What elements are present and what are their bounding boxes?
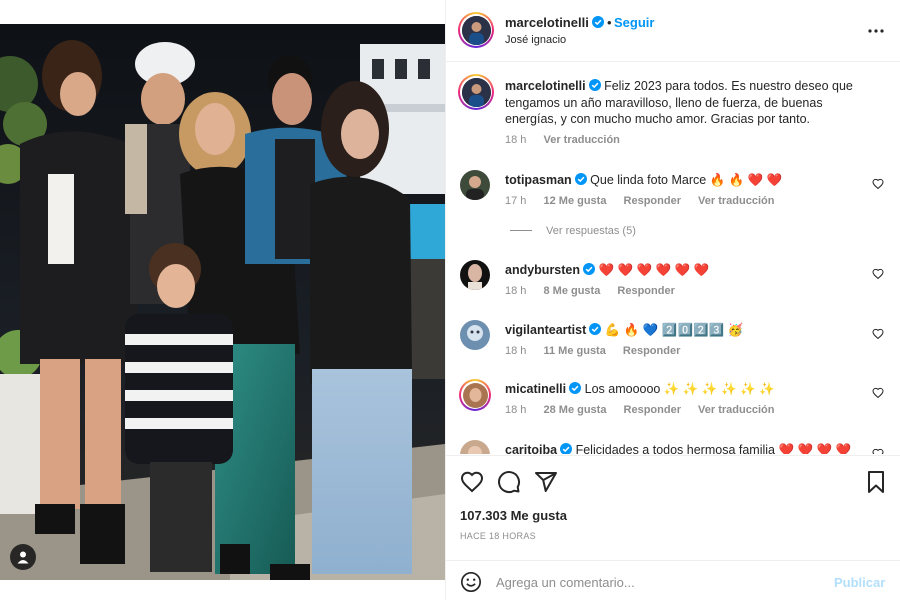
reply-button[interactable]: Responder — [623, 345, 680, 357]
post-timestamp: HACE 18 HORAS — [460, 531, 536, 541]
comment-time: 18 h — [505, 285, 527, 297]
caption-text-block: marcelotinelli Feliz 2023 para todos. Es… — [505, 78, 855, 128]
likes-count[interactable]: 107.303 Me gusta — [460, 508, 567, 523]
comment-username[interactable]: andybursten — [505, 263, 580, 277]
comment-input[interactable] — [496, 571, 826, 593]
heart-icon[interactable] — [872, 328, 884, 340]
post-actions-bar — [446, 455, 900, 505]
avatar[interactable] — [460, 260, 490, 290]
comment-text: Los amooooo ✨ ✨ ✨ ✨ ✨ ✨ — [584, 382, 775, 396]
user-tag-icon — [17, 551, 29, 564]
verified-icon — [588, 79, 601, 91]
comment-time: 17 h — [505, 195, 527, 207]
avatar — [461, 15, 491, 45]
comment-username[interactable]: vigilanteartist — [505, 323, 586, 337]
caption-time: 18 h — [505, 134, 527, 146]
author-avatar[interactable] — [458, 12, 494, 48]
verified-icon — [592, 16, 604, 28]
comment-text: Que linda foto Marce 🔥 🔥 ❤️ ❤️ — [590, 173, 783, 187]
heart-icon[interactable] — [872, 268, 884, 280]
comment-likes[interactable]: 12 Me gusta — [543, 195, 606, 207]
translate-link[interactable]: Ver traducción — [543, 134, 619, 146]
translate-link[interactable]: Ver traducción — [698, 404, 774, 416]
emoji-icon[interactable] — [460, 571, 482, 593]
reply-button[interactable]: Responder — [617, 285, 674, 297]
heart-icon[interactable] — [872, 387, 884, 399]
post-location[interactable]: José ignacio — [505, 34, 566, 46]
comment-meta: 18 h 8 Me gusta Responder — [505, 285, 689, 297]
comment-meta: 18 h 11 Me gusta Responder — [505, 345, 694, 357]
comment-text: ❤️ ❤️ ❤️ ❤️ ❤️ ❤️ — [598, 263, 710, 277]
reply-button[interactable]: Responder — [624, 195, 681, 207]
verified-icon — [569, 382, 582, 394]
instagram-post-view: marcelotinelli • Seguir José ignacio mar… — [0, 0, 900, 600]
post-header: marcelotinelli • Seguir José ignacio — [446, 0, 900, 62]
post-side-panel: marcelotinelli • Seguir José ignacio mar… — [445, 0, 900, 600]
heart-icon[interactable] — [872, 448, 884, 454]
group-photo-illustration — [0, 24, 445, 580]
photo-pane — [0, 0, 445, 600]
comment-icon[interactable] — [497, 470, 521, 494]
comment-text-block: micatinelli Los amooooo ✨ ✨ ✨ ✨ ✨ ✨ — [505, 381, 855, 398]
comment-meta: 17 h 12 Me gusta Responder Ver traducció… — [505, 195, 788, 207]
comment-text: Felicidades a todos hermosa familia ❤️ ❤… — [575, 443, 852, 454]
comment-text-block: andybursten ❤️ ❤️ ❤️ ❤️ ❤️ ❤️ — [505, 262, 855, 279]
comment-likes[interactable]: 28 Me gusta — [543, 404, 606, 416]
view-replies-button[interactable]: Ver respuestas (5) — [510, 225, 636, 237]
reply-button[interactable]: Responder — [624, 404, 681, 416]
share-icon[interactable] — [534, 470, 558, 494]
comment-text-block: vigilanteartist 💪 🔥 💙 2️⃣0️⃣2️⃣3️⃣ 🥳 — [505, 322, 855, 339]
verified-icon — [574, 173, 587, 185]
heart-icon[interactable] — [460, 470, 484, 494]
comment-text: 💪 🔥 💙 2️⃣0️⃣2️⃣3️⃣ 🥳 — [604, 323, 744, 337]
add-comment-bar: Publicar — [446, 560, 900, 600]
caption-avatar[interactable] — [458, 74, 494, 110]
comment-text-block: totipasman Que linda foto Marce 🔥 🔥 ❤️ ❤… — [505, 172, 855, 189]
comment-likes[interactable]: 8 Me gusta — [543, 285, 600, 297]
caption-meta: 18 h Ver traducción — [505, 134, 634, 146]
comments-list[interactable]: marcelotinelli Feliz 2023 para todos. Es… — [446, 62, 900, 454]
view-replies-label: Ver respuestas (5) — [546, 225, 636, 237]
replies-divider — [510, 230, 532, 231]
heart-icon[interactable] — [872, 178, 884, 190]
header-separator: • — [607, 15, 612, 30]
verified-icon — [583, 263, 596, 275]
follow-button[interactable]: Seguir — [614, 15, 654, 30]
caption-username[interactable]: marcelotinelli — [505, 79, 586, 93]
avatar[interactable] — [459, 379, 491, 411]
avatar[interactable] — [460, 320, 490, 350]
comment-time: 18 h — [505, 404, 527, 416]
verified-icon — [589, 323, 602, 335]
post-photo[interactable] — [0, 24, 445, 580]
avatar — [461, 77, 491, 107]
comment-username[interactable]: micatinelli — [505, 382, 566, 396]
comment-meta: 18 h 28 Me gusta Responder Ver traducció… — [505, 404, 788, 416]
publish-button[interactable]: Publicar — [834, 575, 885, 590]
avatar[interactable] — [460, 170, 490, 200]
comment-username[interactable]: totipasman — [505, 173, 572, 187]
comment-likes[interactable]: 11 Me gusta — [543, 345, 605, 357]
translate-link[interactable]: Ver traducción — [698, 195, 774, 207]
comment-text-block: caritoiba Felicidades a todos hermosa fa… — [505, 442, 855, 454]
comment-time: 18 h — [505, 345, 527, 357]
verified-icon — [560, 443, 573, 454]
save-icon[interactable] — [864, 470, 888, 494]
more-options-icon[interactable] — [867, 22, 885, 40]
avatar[interactable] — [460, 440, 490, 454]
author-username[interactable]: marcelotinelli — [505, 15, 589, 30]
user-tag-button[interactable] — [10, 544, 36, 570]
comment-username[interactable]: caritoiba — [505, 443, 557, 454]
